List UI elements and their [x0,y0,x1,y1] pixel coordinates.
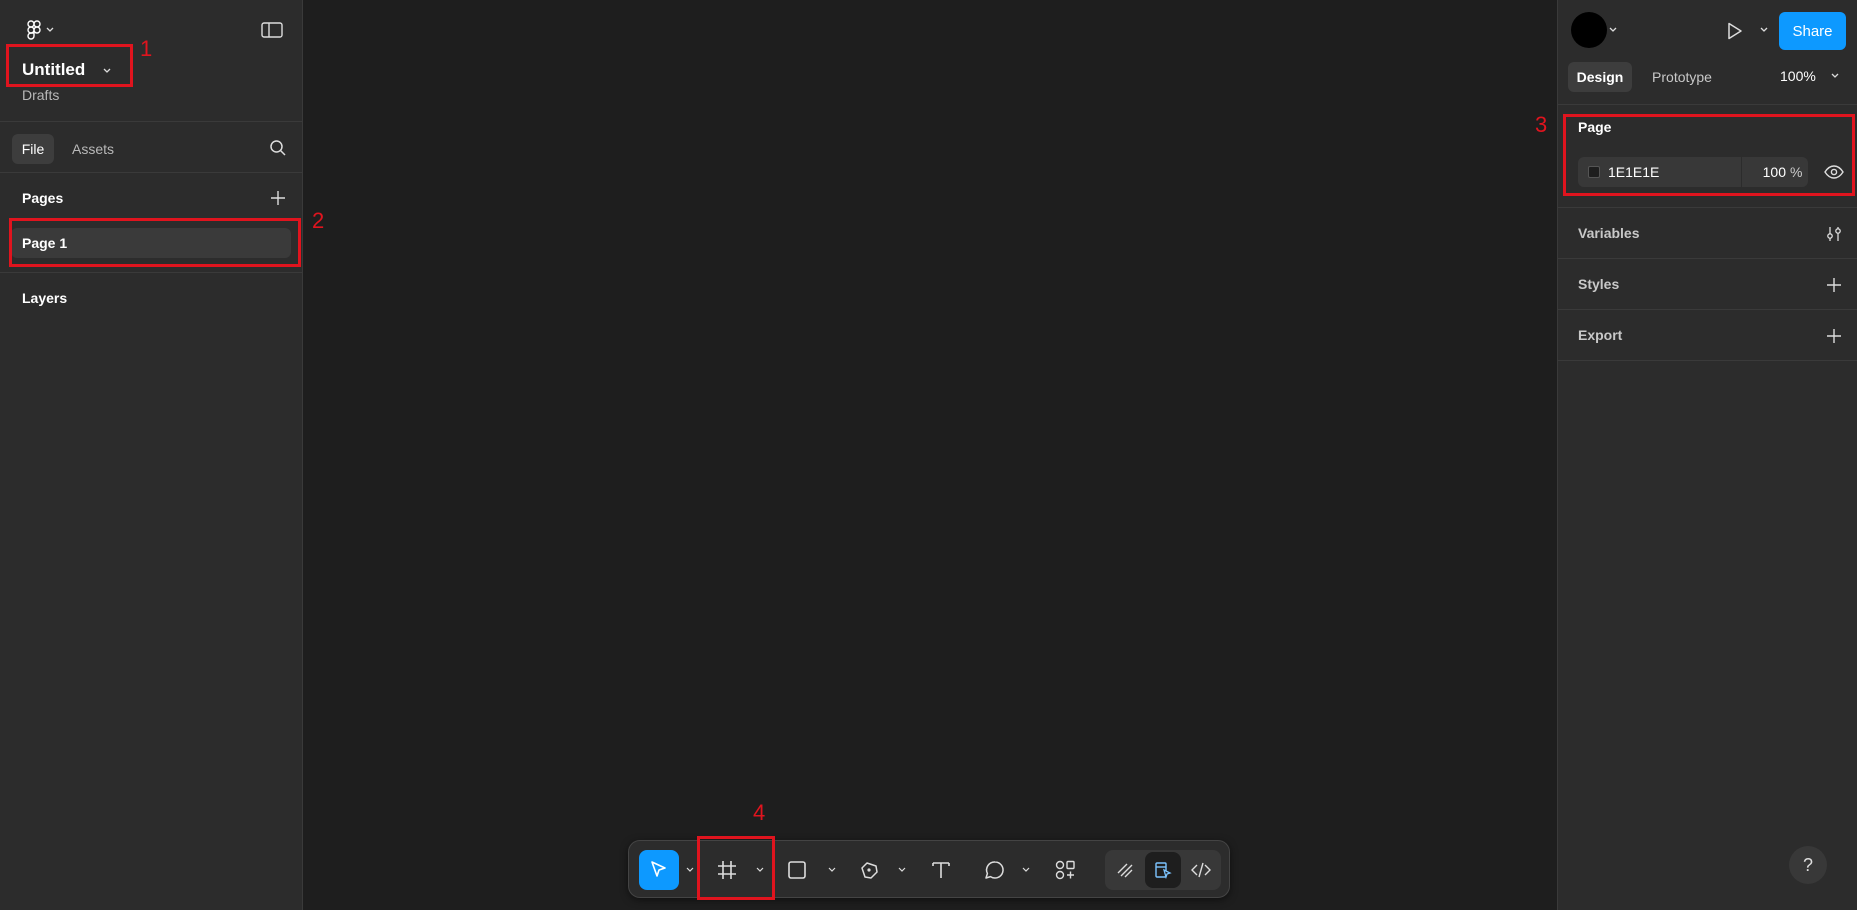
plus-icon [271,191,285,205]
tab-assets[interactable]: Assets [64,134,122,164]
file-location[interactable]: Drafts [22,87,59,103]
rectangle-tool-button[interactable] [777,850,817,890]
actions-icon [1055,860,1075,880]
add-export-icon[interactable] [1822,324,1846,348]
present-options-chevron-icon[interactable] [1758,24,1770,36]
move-tool-chevron-icon[interactable] [685,863,695,877]
pen-tool-button[interactable] [849,850,889,890]
comment-icon [985,861,1004,879]
share-button[interactable]: Share [1779,12,1846,50]
styles-heading[interactable]: Styles [1578,276,1619,292]
annotation-label-3: 3 [1535,112,1548,137]
sidebar-icon [261,22,283,38]
annotation-label-1: 1 [140,36,153,61]
avatar-chevron-icon[interactable] [1607,24,1619,36]
actions-tool-button[interactable] [1045,850,1085,890]
rectangle-icon [788,861,806,879]
add-page-button[interactable] [266,186,290,210]
variables-settings-icon[interactable] [1822,222,1846,246]
comment-tool-chevron-icon[interactable] [1021,863,1031,877]
annotation-label-2: 2 [312,208,325,233]
export-heading[interactable]: Export [1578,327,1622,343]
design-mode-button[interactable] [1145,852,1181,888]
draw-icon [1117,863,1133,878]
cursor-icon [651,861,666,877]
text-tool-button[interactable] [921,850,961,890]
design-canvas[interactable] [303,0,1557,910]
search-icon[interactable] [266,136,290,160]
annotation-box-3 [1563,114,1855,196]
pen-tool-chevron-icon[interactable] [897,863,907,877]
text-icon [932,862,950,878]
design-icon [1155,862,1172,879]
code-icon [1191,862,1211,878]
zoom-chevron-icon[interactable] [1829,70,1841,82]
tab-file[interactable]: File [12,134,54,164]
annotation-label-4: 4 [753,800,766,825]
chevron-down-icon [46,27,54,32]
pages-heading: Pages [22,190,64,206]
present-button[interactable] [1722,18,1748,44]
play-icon [1728,22,1742,40]
draw-mode-button[interactable] [1107,852,1143,888]
rectangle-tool-chevron-icon[interactable] [827,863,837,877]
comment-tool-button[interactable] [975,850,1015,890]
main-menu-button[interactable] [22,18,60,42]
layers-heading: Layers [22,290,68,306]
add-style-icon[interactable] [1822,273,1846,297]
annotation-box-1 [6,44,133,87]
mode-switcher [1105,850,1221,890]
annotation-box-2 [9,218,301,267]
zoom-level[interactable]: 100% [1780,68,1816,84]
pen-icon [861,862,878,879]
tab-prototype[interactable]: Prototype [1642,62,1722,92]
left-sidebar: Untitled Drafts File Assets Pages Page 1… [0,0,303,910]
avatar[interactable] [1571,12,1607,48]
help-label: ? [1802,854,1813,875]
toggle-sidebar-button[interactable] [258,18,286,42]
annotation-box-4 [697,836,775,900]
tab-design[interactable]: Design [1568,62,1632,92]
help-button[interactable]: ? [1789,846,1827,884]
variables-heading[interactable]: Variables [1578,225,1640,241]
dev-mode-button[interactable] [1183,852,1219,888]
move-tool-button[interactable] [639,850,679,890]
figma-logo-icon [27,20,41,40]
